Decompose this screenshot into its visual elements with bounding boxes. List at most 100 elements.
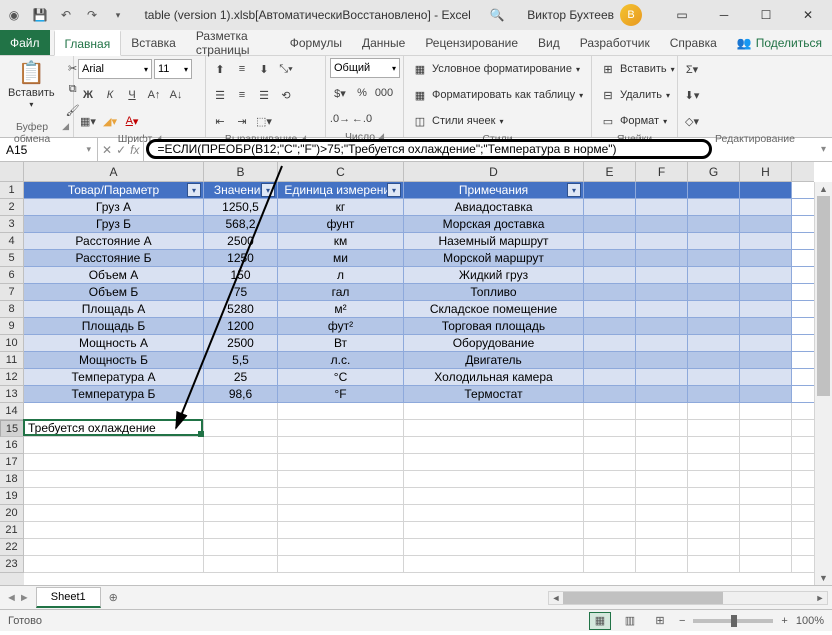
cell[interactable] [740, 199, 792, 215]
cell[interactable] [584, 284, 636, 300]
clear-icon[interactable]: ◇▾ [682, 111, 702, 131]
cell[interactable]: Площадь Б [24, 318, 204, 334]
cell[interactable] [740, 216, 792, 232]
cell[interactable] [688, 233, 740, 249]
zoom-level[interactable]: 100% [796, 615, 824, 627]
cell[interactable] [278, 437, 404, 453]
share-button[interactable]: 👥 Поделиться [727, 30, 832, 55]
cell[interactable]: ми [278, 250, 404, 266]
cell[interactable] [688, 284, 740, 300]
cell[interactable] [740, 437, 792, 453]
tab-layout[interactable]: Разметка страницы [186, 30, 280, 55]
cell[interactable] [636, 454, 688, 470]
cell[interactable] [24, 471, 204, 487]
row-header-5[interactable]: 5 [0, 250, 24, 267]
minimize-button[interactable]: ─ [704, 0, 744, 30]
comma-icon[interactable]: 000 [374, 83, 394, 103]
row-header-21[interactable]: 21 [0, 522, 24, 539]
cell[interactable]: Товар/Параметр▾ [24, 182, 204, 198]
search-icon[interactable]: 🔍 [487, 5, 507, 25]
maximize-button[interactable]: ☐ [746, 0, 786, 30]
cell[interactable] [204, 437, 278, 453]
cell[interactable] [204, 420, 278, 436]
cell[interactable] [688, 471, 740, 487]
percent-icon[interactable]: % [352, 83, 372, 103]
cell[interactable]: Требуется охлаждение [24, 420, 204, 436]
close-button[interactable]: ✕ [788, 0, 828, 30]
font-size-select[interactable]: 11▾ [154, 59, 192, 79]
row-header-23[interactable]: 23 [0, 556, 24, 573]
cell[interactable]: Расстояние Б [24, 250, 204, 266]
cell[interactable] [636, 488, 688, 504]
cell[interactable] [584, 556, 636, 572]
cell[interactable] [584, 539, 636, 555]
col-header-F[interactable]: F [636, 162, 688, 181]
cell[interactable] [584, 199, 636, 215]
cell[interactable] [636, 352, 688, 368]
col-header-C[interactable]: C [278, 162, 404, 181]
cell[interactable] [740, 505, 792, 521]
sheet-nav-prev-icon[interactable]: ◄ [6, 592, 17, 604]
cell[interactable]: Наземный маршрут [404, 233, 584, 249]
cell[interactable]: 75 [204, 284, 278, 300]
underline-button[interactable]: Ч [122, 85, 142, 105]
cell[interactable] [636, 267, 688, 283]
decrease-font-icon[interactable]: A↓ [166, 85, 186, 105]
column-headers[interactable]: ABCDEFGH [24, 162, 814, 182]
tab-formulas[interactable]: Формулы [280, 30, 352, 55]
currency-icon[interactable]: $▾ [330, 83, 350, 103]
cell[interactable]: Авиадоставка [404, 199, 584, 215]
cell[interactable]: л.с. [278, 352, 404, 368]
cell[interactable] [278, 505, 404, 521]
cell[interactable]: Жидкий груз [404, 267, 584, 283]
filter-icon[interactable]: ▾ [387, 183, 401, 197]
cell[interactable] [204, 556, 278, 572]
cancel-formula-icon[interactable]: ✕ [102, 143, 112, 157]
cell[interactable] [204, 505, 278, 521]
name-box[interactable]: A15 ▾ [0, 138, 98, 161]
cell[interactable]: 568,2 [204, 216, 278, 232]
tab-data[interactable]: Данные [352, 30, 415, 55]
cell[interactable] [740, 539, 792, 555]
cell[interactable] [278, 539, 404, 555]
cell[interactable]: Мощность Б [24, 352, 204, 368]
row-header-10[interactable]: 10 [0, 335, 24, 352]
align-right-icon[interactable]: ☰ [254, 85, 274, 105]
cell[interactable]: Топливо [404, 284, 584, 300]
cell[interactable] [740, 369, 792, 385]
expand-formula-bar-icon[interactable]: ▾ [815, 144, 832, 155]
col-header-G[interactable]: G [688, 162, 740, 181]
cell[interactable] [740, 386, 792, 402]
cell[interactable]: 1200 [204, 318, 278, 334]
cell[interactable] [688, 216, 740, 232]
zoom-out-button[interactable]: − [679, 615, 685, 627]
cell[interactable] [688, 403, 740, 419]
autosum-icon[interactable]: Σ▾ [682, 59, 702, 79]
borders-icon[interactable]: ▦▾ [78, 111, 98, 131]
cell[interactable] [278, 488, 404, 504]
cell[interactable] [24, 522, 204, 538]
cell[interactable]: Мощность А [24, 335, 204, 351]
cell[interactable] [404, 522, 584, 538]
row-header-18[interactable]: 18 [0, 471, 24, 488]
cell[interactable] [688, 352, 740, 368]
tab-home[interactable]: Главная [54, 30, 122, 56]
cell[interactable] [584, 267, 636, 283]
cell[interactable] [636, 437, 688, 453]
cell-styles-button[interactable]: ◫Стили ячеек▾ [408, 110, 508, 132]
cell[interactable]: Значение▾ [204, 182, 278, 198]
cell[interactable] [584, 216, 636, 232]
cell[interactable]: Груз А [24, 199, 204, 215]
number-format-select[interactable]: Общий▾ [330, 58, 400, 78]
normal-view-icon[interactable]: ▦ [589, 612, 611, 630]
cell[interactable] [204, 471, 278, 487]
cell[interactable] [636, 284, 688, 300]
row-header-16[interactable]: 16 [0, 437, 24, 454]
filter-icon[interactable]: ▾ [261, 183, 275, 197]
row-header-6[interactable]: 6 [0, 267, 24, 284]
row-header-7[interactable]: 7 [0, 284, 24, 301]
cell[interactable] [584, 522, 636, 538]
hscroll-right-icon[interactable]: ► [813, 592, 827, 604]
cell[interactable]: Расстояние А [24, 233, 204, 249]
cell[interactable] [688, 437, 740, 453]
